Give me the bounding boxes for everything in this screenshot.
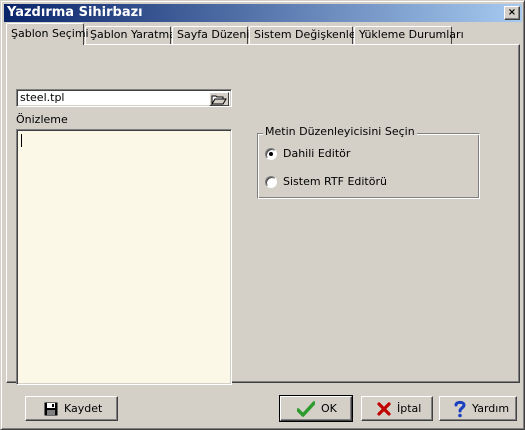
print-wizard-window: Yazdırma Sihirbazı × Şablon Seçimi Şablo… <box>0 0 525 430</box>
title-bar[interactable]: Yazdırma Sihirbazı × <box>4 4 522 22</box>
tab-page-layout[interactable]: Sayfa Düzeni <box>172 26 250 44</box>
cancel-label: İptal <box>397 402 422 415</box>
close-button[interactable]: × <box>504 6 520 20</box>
checkmark-icon <box>297 401 315 417</box>
text-caret <box>21 134 22 147</box>
template-file-field[interactable]: steel.tpl <box>16 89 232 107</box>
question-mark-icon <box>454 400 466 418</box>
browse-button[interactable] <box>209 92 229 106</box>
radio-builtin-editor[interactable]: Dahili Editör <box>265 147 385 161</box>
window-title: Yazdırma Sihirbazı <box>7 5 143 20</box>
tab-load-states[interactable]: Yükleme Durumları <box>354 26 464 44</box>
radio-selected-dot <box>269 152 273 156</box>
tab-label: Yükleme Durumları <box>359 28 464 41</box>
ok-label: OK <box>321 402 337 415</box>
radio-circle[interactable] <box>265 176 277 188</box>
help-label: Yardım <box>472 402 510 415</box>
cancel-button[interactable]: İptal <box>361 396 433 421</box>
save-button[interactable]: Kaydet <box>25 396 118 421</box>
close-icon: × <box>507 7 517 18</box>
tab-system-variables[interactable]: Sistem Değişkenleri <box>249 26 363 44</box>
template-file-value: steel.tpl <box>20 91 65 104</box>
floppy-disk-icon <box>44 402 58 416</box>
tab-label: Şablon Seçimi <box>11 27 89 40</box>
radio-circle[interactable] <box>265 148 277 160</box>
save-label: Kaydet <box>64 402 103 415</box>
preview-label: Önizleme <box>16 113 68 126</box>
editor-group-legend: Metin Düzenleyicisini Seçin <box>263 125 417 139</box>
radio-system-rtf-editor[interactable]: Sistem RTF Editörü <box>265 175 405 189</box>
tab-template-selection[interactable]: Şablon Seçimi <box>6 23 89 45</box>
tab-label: Sayfa Düzeni <box>177 28 250 41</box>
ok-button[interactable]: OK <box>279 395 353 422</box>
radio-label: Sistem RTF Editörü <box>283 175 387 188</box>
radio-label: Dahili Editör <box>283 147 351 160</box>
editor-groupbox <box>257 133 480 199</box>
tab-template-creation[interactable]: Şablon Yaratma <box>85 26 176 44</box>
folder-open-icon <box>211 95 227 105</box>
x-icon <box>377 402 391 416</box>
tab-label: Şablon Yaratma <box>90 28 176 41</box>
tab-label: Sistem Değişkenleri <box>254 28 364 41</box>
preview-textarea[interactable] <box>16 129 232 385</box>
help-button[interactable]: Yardım <box>439 396 517 421</box>
tab-strip: Şablon Seçimi Şablon Yaratma Sayfa Düzen… <box>6 23 521 45</box>
